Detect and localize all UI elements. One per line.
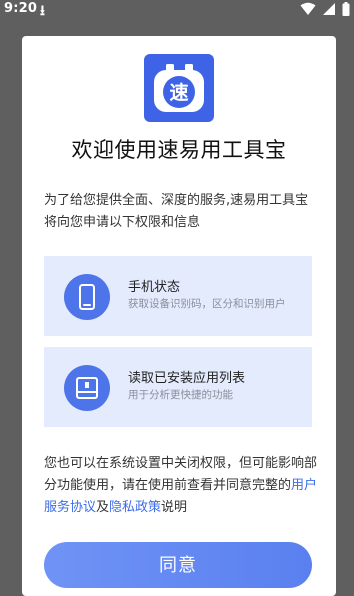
app-list-icon (64, 365, 110, 411)
intro-text: 为了给您提供全面、深度的服务,速易用工具宝将向您申请以下权限和信息 (44, 193, 309, 230)
permission-description: 用于分析更快捷的功能 (128, 389, 233, 401)
permission-title: 读取已安装应用列表 (128, 371, 246, 386)
permission-card-phone-state: 手机状态 获取设备识别码，区分和识别用户 (44, 256, 312, 336)
permission-title: 手机状态 (128, 280, 181, 295)
logo-text: 速 (169, 81, 188, 104)
battery-icon (342, 2, 350, 16)
dialog-title: 欢迎使用速易用工具宝 (71, 138, 287, 162)
footer-prefix: 您也可以在系统设置中关闭权限，但可能影响部分功能使用，请在使用前查看并同意完整的 (44, 456, 318, 493)
download-icon: ⭳ (40, 3, 45, 19)
privacy-policy-link[interactable]: 隐私政策 (109, 500, 161, 515)
app-logo: 速 (144, 54, 214, 122)
permission-card-installed-apps: 读取已安装应用列表 用于分析更快捷的功能 (44, 347, 312, 427)
status-icons (298, 2, 350, 17)
footer-text: 您也可以在系统设置中关闭权限，但可能影响部分功能使用，请在使用前查看并同意完整的… (44, 453, 320, 519)
status-bar: 9:20 ⭳ (0, 0, 354, 22)
signal-icon (322, 3, 335, 15)
phone-icon (64, 274, 110, 320)
footer-conjunction: 及 (96, 500, 110, 515)
permission-description: 获取设备识别码，区分和识别用户 (128, 298, 286, 310)
footer-suffix: 说明 (161, 500, 188, 515)
status-time: 9:20 (4, 1, 38, 16)
camera-logo-icon: 速 (154, 64, 204, 112)
wifi-icon (300, 2, 316, 15)
agree-button[interactable]: 同意 (44, 542, 312, 588)
permission-dialog: 速 欢迎使用速易用工具宝 为了给您提供全面、深度的服务,速易用工具宝将向您申请以… (22, 36, 336, 596)
